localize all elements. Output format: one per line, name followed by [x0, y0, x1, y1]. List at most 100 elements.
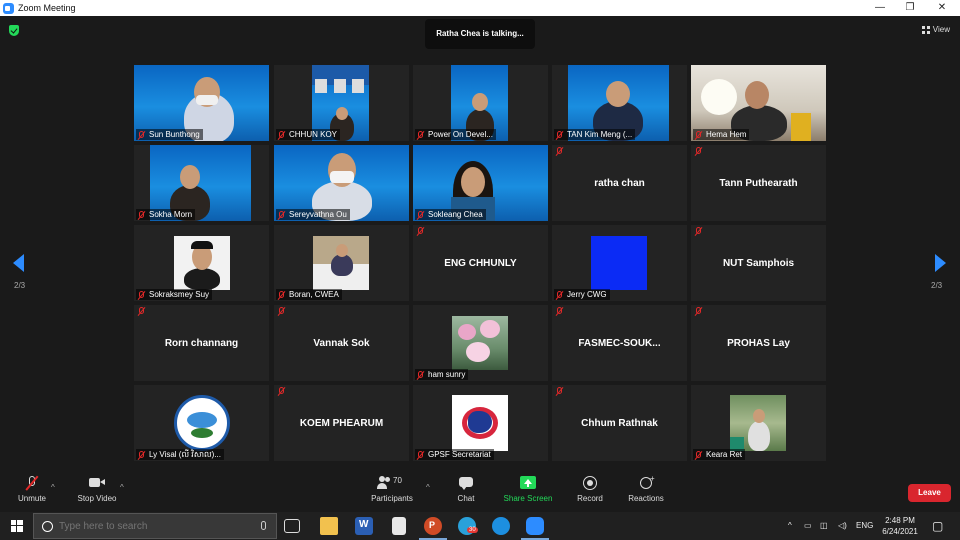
muted-mic-icon [24, 475, 40, 491]
participant-tile[interactable]: KOEM PHEARUM [274, 385, 409, 461]
participant-tile[interactable]: ENG CHHUNLY [413, 225, 548, 301]
participant-name: Vannak Sok [313, 337, 370, 349]
participant-tile[interactable]: Jerry CWG [552, 225, 687, 301]
participant-tile[interactable]: FASMEC-SOUK... [552, 305, 687, 381]
participant-tile[interactable]: Tann Puthearath [691, 145, 826, 221]
next-page-arrow-icon[interactable] [935, 254, 946, 272]
edge-browser-icon[interactable] [492, 517, 510, 535]
participant-name: ratha chan [594, 177, 645, 189]
participant-tile[interactable]: Power On Devel... [413, 65, 548, 141]
participant-name-label: Keara Ret [693, 449, 746, 460]
chat-button[interactable]: Chat [434, 476, 498, 503]
participant-tile[interactable]: Keara Ret [691, 385, 826, 461]
notifications-icon[interactable]: ▢ [932, 512, 943, 540]
participants-caret-icon[interactable]: ^ [426, 483, 430, 492]
record-icon [582, 476, 598, 490]
muted-mic-icon [139, 307, 144, 314]
participant-tile[interactable]: ham sunry [413, 305, 548, 381]
muted-mic-icon [557, 131, 562, 138]
muted-mic-icon [557, 291, 562, 298]
participant-name-label: Ly Visal (លី វិសាល)... [136, 449, 224, 460]
participant-name: Chhum Rathnak [581, 417, 658, 429]
participant-name-label: GPSF Secretariat [415, 449, 494, 460]
participant-tile[interactable]: CHHUN KOY [274, 65, 409, 141]
zoom-taskbar-icon[interactable] [526, 517, 544, 535]
share-screen-button[interactable]: Share Screen [496, 476, 560, 503]
encryption-shield-icon[interactable] [9, 25, 19, 36]
muted-mic-icon [418, 227, 423, 234]
profile-photo [591, 236, 647, 290]
input-language[interactable]: ENG [856, 512, 873, 540]
profile-photo [730, 395, 786, 451]
grid-view-icon [921, 25, 930, 34]
tray-app-icon[interactable]: ▭ [804, 512, 812, 540]
page-indicator-left: 2/3 [14, 281, 26, 290]
document-icon[interactable] [392, 517, 406, 535]
windows-taskbar: W P 30 ^ ▭ ◫ ◁) ENG 2:48 PM 6/24/2021 ▢ [0, 512, 960, 540]
video-options-caret-icon[interactable]: ^ [120, 483, 124, 492]
audio-options-caret-icon[interactable]: ^ [51, 483, 55, 492]
participant-tile[interactable]: Chhum Rathnak [552, 385, 687, 461]
view-button[interactable]: View [921, 25, 950, 34]
participant-name: NUT Samphois [722, 257, 795, 269]
share-screen-icon [520, 476, 536, 490]
participants-icon: 70 [377, 476, 407, 490]
participant-tile[interactable]: ratha chan [552, 145, 687, 221]
participants-count: 70 [393, 476, 402, 485]
participant-tile[interactable]: GPSF Secretariat [413, 385, 548, 461]
taskbar-search-box[interactable] [33, 513, 277, 539]
show-hidden-icons-icon[interactable]: ^ [788, 512, 792, 540]
muted-mic-icon [418, 211, 423, 218]
participant-name-label: Sokleang Chea [415, 209, 486, 220]
participant-name-label: Sokraksmey Suy [136, 289, 213, 300]
record-button[interactable]: Record [558, 476, 622, 503]
muted-mic-icon [279, 131, 284, 138]
profile-photo [313, 236, 369, 290]
previous-page-arrow-icon[interactable] [13, 254, 24, 272]
minimize-button[interactable]: — [864, 0, 896, 16]
zoom-app-icon [3, 2, 14, 14]
participant-tile[interactable]: Sun Bunthong [134, 65, 269, 141]
reactions-button[interactable]: + Reactions [614, 474, 678, 503]
muted-mic-icon [279, 307, 284, 314]
file-explorer-icon[interactable] [320, 517, 338, 535]
muted-mic-icon [139, 291, 144, 298]
muted-mic-icon [279, 291, 284, 298]
participant-name-label: Sun Bunthong [136, 129, 203, 140]
active-speaker-banner: Ratha Chea is talking... [425, 19, 535, 49]
participant-tile[interactable]: Rorn channang [134, 305, 269, 381]
participant-tile[interactable]: Ly Visal (លី វិសាល)... [134, 385, 269, 461]
windows-start-icon[interactable] [11, 520, 23, 532]
participants-button[interactable]: 70 Participants [360, 476, 424, 503]
telegram-badge: 30 [467, 527, 478, 533]
volume-icon[interactable]: ◁) [838, 512, 847, 540]
participant-tile[interactable]: PROHAS Lay [691, 305, 826, 381]
participant-tile[interactable]: Sereyvathna Ou [274, 145, 409, 221]
powerpoint-icon[interactable]: P [424, 517, 442, 535]
participant-tile[interactable]: Sokleang Chea [413, 145, 548, 221]
participant-tile[interactable]: Hema Hem [691, 65, 826, 141]
network-icon[interactable]: ◫ [820, 512, 828, 540]
participant-tile[interactable]: Sokraksmey Suy [134, 225, 269, 301]
profile-photo [452, 316, 508, 370]
leave-button[interactable]: Leave [908, 484, 951, 502]
participant-tile[interactable]: NUT Samphois [691, 225, 826, 301]
meeting-area: Ratha Chea is talking... View 2/3 2/3 Su… [0, 16, 960, 466]
taskbar-clock[interactable]: 2:48 PM 6/24/2021 [878, 515, 922, 537]
participant-tile[interactable]: Sokha Morn [134, 145, 269, 221]
participant-tile[interactable]: TAN Kim Meng (... [552, 65, 687, 141]
participant-tile[interactable]: Boran, CWEA [274, 225, 409, 301]
participant-name-label: Sereyvathna Ou [276, 209, 350, 220]
participant-name: Rorn channang [164, 337, 239, 349]
taskbar-search-input[interactable] [59, 520, 249, 532]
telegram-icon[interactable]: 30 [458, 517, 478, 535]
close-button[interactable]: ✕ [926, 0, 958, 16]
task-view-icon[interactable] [284, 519, 300, 533]
organization-logo [174, 395, 230, 451]
maximize-button[interactable]: ❐ [894, 0, 926, 16]
participant-name-label: ham sunry [415, 369, 469, 380]
clock-time: 2:48 PM [885, 516, 915, 525]
microphone-icon[interactable] [261, 521, 266, 530]
word-icon[interactable]: W [355, 517, 373, 535]
participant-tile[interactable]: Vannak Sok [274, 305, 409, 381]
